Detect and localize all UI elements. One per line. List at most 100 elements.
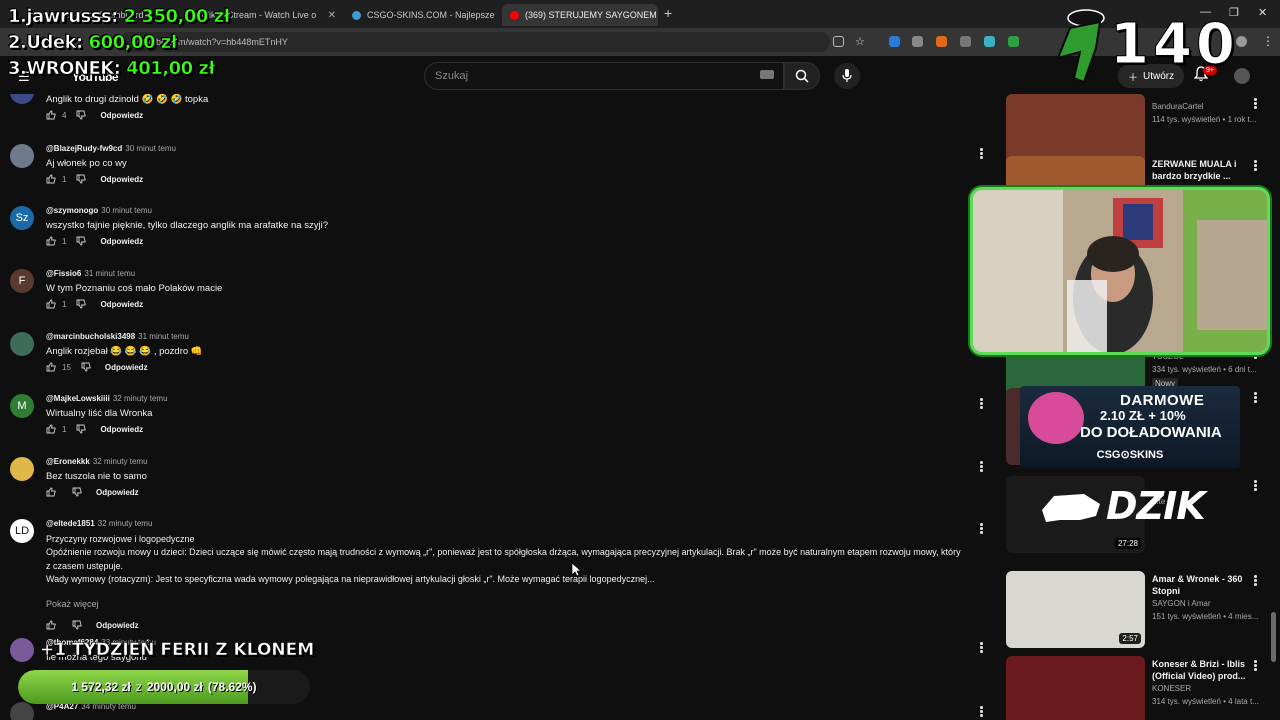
- new-tab-icon[interactable]: +: [664, 5, 672, 21]
- browser-tab-active[interactable]: (369) STERUJEMY SAYGONEM ✕: [502, 4, 658, 26]
- thumbs-down-icon[interactable]: [76, 424, 87, 434]
- thumbs-up-icon[interactable]: [46, 110, 56, 120]
- comment-author[interactable]: @BlazejRudy-fw9cd: [46, 144, 122, 153]
- reply-button[interactable]: Odpowiedz: [100, 425, 143, 434]
- search-button[interactable]: [784, 62, 820, 90]
- thumbs-down-icon[interactable]: [72, 487, 82, 497]
- comment-avatar[interactable]: M: [10, 394, 34, 418]
- thumbs-up-icon[interactable]: [46, 174, 56, 184]
- comment-avatar[interactable]: LD: [10, 519, 34, 543]
- mascot-icon: [1028, 392, 1084, 444]
- csgo-skins-ad[interactable]: DARMOWE 2.10 ZŁ + 10% DO DOŁADOWANIA CSG…: [1020, 386, 1240, 468]
- comment-time[interactable]: 31 minut temu: [84, 269, 135, 278]
- extension-icon[interactable]: [912, 36, 923, 47]
- extension-icon[interactable]: [889, 36, 900, 47]
- thumbs-down-icon[interactable]: [81, 362, 91, 372]
- reply-button[interactable]: Odpowiedz: [96, 488, 139, 497]
- video-title[interactable]: Koneser & Brizi - Iblis (Official Video)…: [1152, 658, 1252, 682]
- extension-icon[interactable]: [960, 36, 971, 47]
- comment: LD @eltede1851 32 minuty temu Przyczyny roz…: [10, 519, 995, 630]
- thumbs-up-icon[interactable]: [46, 487, 56, 497]
- comment-avatar[interactable]: [10, 457, 34, 481]
- thumbs-down-icon[interactable]: [76, 174, 87, 184]
- leaderboard-row: 3.WRONEK: 401,00 zł: [8, 58, 216, 80]
- comment-line: Przyczyny rozwojowe i logopedyczne: [46, 534, 195, 544]
- extension-icon[interactable]: [1008, 36, 1019, 47]
- comment-more-icon[interactable]: [980, 523, 984, 535]
- reply-button[interactable]: Odpowiedz: [105, 363, 148, 372]
- comment-avatar[interactable]: [10, 702, 34, 720]
- keyboard-icon[interactable]: [760, 70, 774, 79]
- comment-more-icon[interactable]: [980, 148, 984, 160]
- video-channel[interactable]: KONESER: [1152, 684, 1191, 693]
- video-more-icon[interactable]: [1254, 392, 1257, 404]
- thumbs-down-icon[interactable]: [76, 299, 87, 309]
- comment-time[interactable]: 30 minut temu: [125, 144, 176, 153]
- comment-time[interactable]: 31 minut temu: [138, 332, 189, 341]
- thumbs-down-icon[interactable]: [76, 236, 87, 246]
- reply-button[interactable]: Odpowiedz: [100, 300, 143, 309]
- voice-search-button[interactable]: [834, 63, 860, 89]
- comment-time[interactable]: 30 minut temu: [101, 206, 152, 215]
- reply-button[interactable]: Odpowiedz: [100, 175, 143, 184]
- like-count: 4: [62, 110, 67, 120]
- close-icon[interactable]: ✕: [328, 10, 336, 21]
- video-more-icon[interactable]: [1254, 575, 1257, 587]
- comment-author[interactable]: @Eronekkk: [46, 457, 90, 466]
- window-close-icon[interactable]: ✕: [1258, 6, 1267, 19]
- extension-icon[interactable]: [984, 36, 995, 47]
- reply-button[interactable]: Odpowiedz: [100, 237, 143, 246]
- thumbs-up-icon[interactable]: [46, 299, 56, 309]
- video-title[interactable]: Amar & Wronek - 360 Stopni: [1152, 573, 1252, 597]
- video-channel[interactable]: BanduraCartel: [1152, 102, 1204, 111]
- comment-author[interactable]: @eltede1851: [46, 519, 95, 528]
- video-thumbnail[interactable]: 2:57: [1006, 571, 1145, 648]
- reply-button[interactable]: Odpowiedz: [100, 111, 143, 120]
- comment-avatar[interactable]: [10, 144, 34, 168]
- extension-icon[interactable]: [936, 36, 947, 47]
- video-more-icon[interactable]: [1254, 480, 1257, 492]
- reply-button[interactable]: Odpowiedz: [96, 621, 139, 630]
- thumbs-up-icon[interactable]: [46, 362, 56, 372]
- comment-author[interactable]: @MajkeLowskiiii: [46, 394, 110, 403]
- comment-more-icon[interactable]: [980, 461, 984, 473]
- comment-avatar[interactable]: F: [10, 269, 34, 293]
- related-video[interactable]: Koneser & Brizi - Iblis (Official Video)…: [1006, 656, 1276, 720]
- related-video[interactable]: 2:57 Amar & Wronek - 360 Stopni SAYGON i A…: [1006, 571, 1276, 651]
- browser-menu-icon[interactable]: ⋮: [1262, 34, 1274, 48]
- video-channel[interactable]: SAYGON i Amar: [1152, 599, 1211, 608]
- comment-time[interactable]: 32 minuty temu: [113, 394, 168, 403]
- comment-more-icon[interactable]: [980, 398, 984, 410]
- video-title[interactable]: ZERWANE MUALA i bardzo brzydkie ...: [1152, 158, 1252, 182]
- boar-icon: [1042, 494, 1100, 522]
- comment-avatar[interactable]: [10, 638, 34, 662]
- comment-more-icon[interactable]: [980, 706, 984, 718]
- thumbs-up-icon[interactable]: [46, 236, 56, 246]
- video-more-icon[interactable]: [1254, 160, 1257, 172]
- comment: F @Fissio6 31 minut temu W tym Poznaniu coś…: [10, 269, 995, 309]
- comment-time[interactable]: 32 minuty temu: [98, 519, 153, 528]
- comment-avatar[interactable]: Sz: [10, 206, 34, 230]
- comment-time[interactable]: 32 minuty temu: [93, 457, 148, 466]
- show-more-link[interactable]: Pokaż więcej: [46, 599, 99, 609]
- thumbs-down-icon[interactable]: [76, 110, 87, 120]
- install-icon[interactable]: [833, 36, 844, 47]
- video-more-icon[interactable]: [1254, 98, 1257, 110]
- browser-tab[interactable]: CSGO-SKINS.COM - Najlepsze ✕: [344, 4, 499, 26]
- thumbs-down-icon[interactable]: [72, 620, 82, 630]
- thumbs-up-icon[interactable]: [46, 424, 56, 434]
- scrollbar[interactable]: [1271, 612, 1276, 662]
- bookmark-star-icon[interactable]: ☆: [855, 35, 865, 48]
- video-more-icon[interactable]: [1254, 660, 1257, 672]
- video-thumbnail[interactable]: [1006, 656, 1145, 720]
- comment-author[interactable]: @Fissio6: [46, 269, 81, 278]
- csgo-skins-icon: [352, 10, 361, 20]
- thumbs-up-icon[interactable]: [46, 620, 56, 630]
- address-bar[interactable]: youtube.com/watch?v=hb448mETnHY: [120, 32, 830, 52]
- comment-more-icon[interactable]: [980, 642, 984, 654]
- comment-author[interactable]: @marcinbucholski3498: [46, 332, 135, 341]
- comment-avatar[interactable]: [10, 94, 34, 104]
- comment-author[interactable]: @szymonogo: [46, 206, 98, 215]
- comment-avatar[interactable]: [10, 332, 34, 356]
- search-input[interactable]: Szukaj: [424, 62, 784, 90]
